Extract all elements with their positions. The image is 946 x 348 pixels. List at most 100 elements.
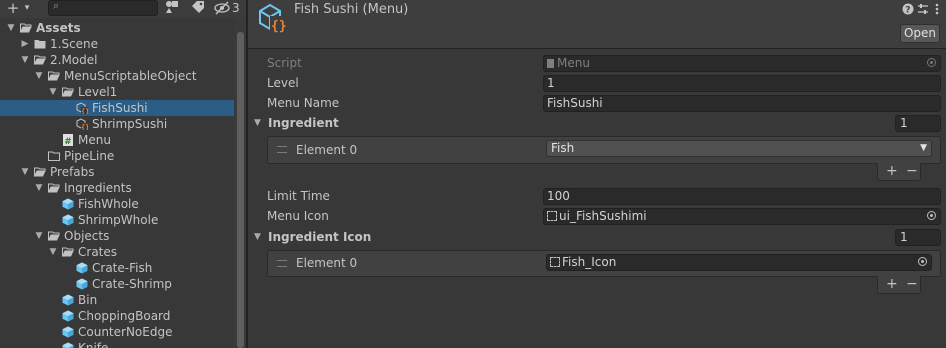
expanded-arrow-icon[interactable]: ▼ [34, 228, 44, 244]
tree-item[interactable]: ▼ Prefabs [0, 164, 234, 180]
folder-icon [34, 38, 46, 50]
filter-by-type-icon[interactable] [164, 0, 180, 16]
tree-item[interactable]: ▼ Objects [0, 228, 234, 244]
tree-item[interactable]: Knife [0, 340, 234, 348]
svg-text:{}: {} [81, 108, 88, 115]
open-button[interactable]: Open [900, 24, 940, 43]
tree-item-label: 1.Scene [50, 37, 99, 51]
tree-item-label: MenuScriptableObject [64, 69, 197, 83]
tree-item[interactable]: Crate-Fish [0, 260, 234, 276]
tree-item[interactable]: ▼ Ingredients [0, 180, 234, 196]
menu-icon-label: Menu Icon [267, 209, 329, 223]
expanded-arrow-icon[interactable]: ▼ [20, 52, 30, 68]
ingredient-element-value: Fish [551, 141, 575, 155]
tree-item[interactable]: CounterNoEdge [0, 324, 234, 340]
add-dropdown-icon[interactable]: ▾ [22, 0, 32, 16]
tree-item[interactable]: ChoppingBoard [0, 308, 234, 324]
tree-item-label: FishSushi [92, 101, 148, 115]
collapsed-arrow-icon[interactable]: ▶ [20, 36, 30, 52]
expanded-arrow-icon[interactable]: ▼ [34, 180, 44, 196]
eye-slash-icon [214, 1, 230, 15]
menu-name-label: Menu Name [267, 96, 340, 110]
search-input[interactable]: ⌕ [48, 0, 158, 16]
hidden-packages-toggle[interactable]: 3 [214, 0, 244, 16]
context-menu-icon[interactable] [931, 3, 943, 15]
prefab-icon [62, 342, 74, 348]
tree-item-label: Knife [78, 341, 109, 348]
tree-item[interactable]: FishWhole [0, 196, 234, 212]
tree-item[interactable]: {} FishSushi [0, 100, 234, 116]
project-scrollbar[interactable] [234, 18, 246, 348]
add-button[interactable]: + [6, 0, 20, 16]
tree-item-label: Crate-Fish [92, 261, 153, 275]
expanded-arrow-icon[interactable]: ▼ [20, 164, 30, 180]
tree-item-label: Menu [78, 133, 111, 147]
tree-item-label: ShrimpWhole [78, 213, 159, 227]
scrollbar-thumb[interactable] [237, 32, 244, 348]
script-value: Menu [557, 56, 590, 70]
tree-item[interactable]: ▼ 2.Model [0, 52, 234, 68]
menu-name-field[interactable]: FishSushi [543, 95, 941, 112]
dropdown-arrow-icon: ▼ [920, 143, 927, 153]
ingredient-size-field[interactable]: 1 [895, 115, 941, 132]
tree-item[interactable]: ShrimpWhole [0, 212, 234, 228]
tree-item[interactable]: ▶ 1.Scene [0, 36, 234, 52]
ingredient-icon-list: Element 0 Fish_Icon [267, 250, 941, 277]
ingredient-icon-label[interactable]: Ingredient Icon [268, 228, 371, 246]
add-element-button[interactable]: + [886, 276, 898, 292]
prefab-icon [76, 278, 88, 290]
expanded-arrow-icon[interactable]: ▼ [34, 68, 44, 84]
tree-item-label: Objects [64, 229, 110, 243]
tree-item-label: Bin [78, 293, 98, 307]
ingredient-label[interactable]: Ingredient [268, 114, 339, 132]
svg-text:#: # [64, 137, 72, 146]
tree-item[interactable]: ▼ Crates [0, 244, 234, 260]
search-icon: ⌕ [53, 0, 60, 12]
expanded-arrow-icon[interactable]: ▼ [48, 244, 58, 260]
expanded-arrow-icon[interactable]: ▼ [6, 20, 16, 36]
add-element-button[interactable]: + [886, 163, 898, 179]
tree-item[interactable]: ▼ Level1 [0, 84, 234, 100]
drag-handle-icon[interactable] [277, 146, 287, 153]
folder-open-icon [48, 70, 60, 82]
prefab-icon [62, 326, 74, 338]
folder-open-icon [48, 230, 60, 242]
tree-item-label: Assets [36, 21, 81, 35]
ingredient-add-remove: + − [877, 163, 921, 181]
limit-time-field[interactable]: 100 [543, 188, 941, 205]
help-icon[interactable]: ? [902, 3, 914, 16]
remove-element-button[interactable]: − [906, 163, 918, 179]
object-picker-icon[interactable] [918, 257, 927, 266]
expanded-arrow-icon[interactable]: ▼ [48, 84, 58, 100]
tree-item[interactable]: Bin [0, 292, 234, 308]
object-picker-icon[interactable] [927, 211, 936, 220]
sprite-icon [547, 211, 557, 221]
inspector-title: Fish Sushi (Menu) [294, 2, 409, 17]
folder-icon [48, 150, 60, 162]
tree-item[interactable]: Crate-Shrimp [0, 276, 234, 292]
ingredient-icon-element-value: Fish_Icon [562, 255, 617, 269]
tree-item[interactable]: ▼ MenuScriptableObject [0, 68, 234, 84]
svg-text:{}: {} [81, 124, 88, 131]
remove-element-button[interactable]: − [906, 276, 918, 292]
level-label: Level [267, 76, 299, 90]
drag-handle-icon[interactable] [277, 260, 287, 267]
tree-item[interactable]: # Menu [0, 132, 234, 148]
tree-item[interactable]: ▼ Assets [0, 20, 234, 36]
menu-icon-field[interactable]: ui_FishSushimi [543, 208, 941, 225]
sprite-icon [550, 257, 560, 267]
ingredient-icon-foldout-arrow[interactable]: ▼ [254, 232, 261, 242]
ingredient-icon-size-field[interactable]: 1 [895, 229, 941, 246]
ingredient-element-dropdown[interactable]: Fish ▼ [546, 140, 932, 157]
tree-item-label: Prefabs [50, 165, 95, 179]
ingredient-icon-element-field[interactable]: Fish_Icon [546, 254, 932, 271]
presets-icon[interactable] [917, 3, 929, 15]
ingredient-foldout-arrow[interactable]: ▼ [254, 118, 261, 128]
project-toolbar: + ▾ ⌕ 3 [0, 0, 246, 18]
tree-item[interactable]: PipeLine [0, 148, 234, 164]
ingredient-element-label: Element 0 [296, 143, 358, 157]
tree-item[interactable]: {} ShrimpSushi [0, 116, 234, 132]
csharp-script-icon: # [62, 134, 74, 147]
level-field[interactable]: 1 [543, 75, 941, 92]
filter-by-label-icon[interactable] [190, 0, 206, 16]
